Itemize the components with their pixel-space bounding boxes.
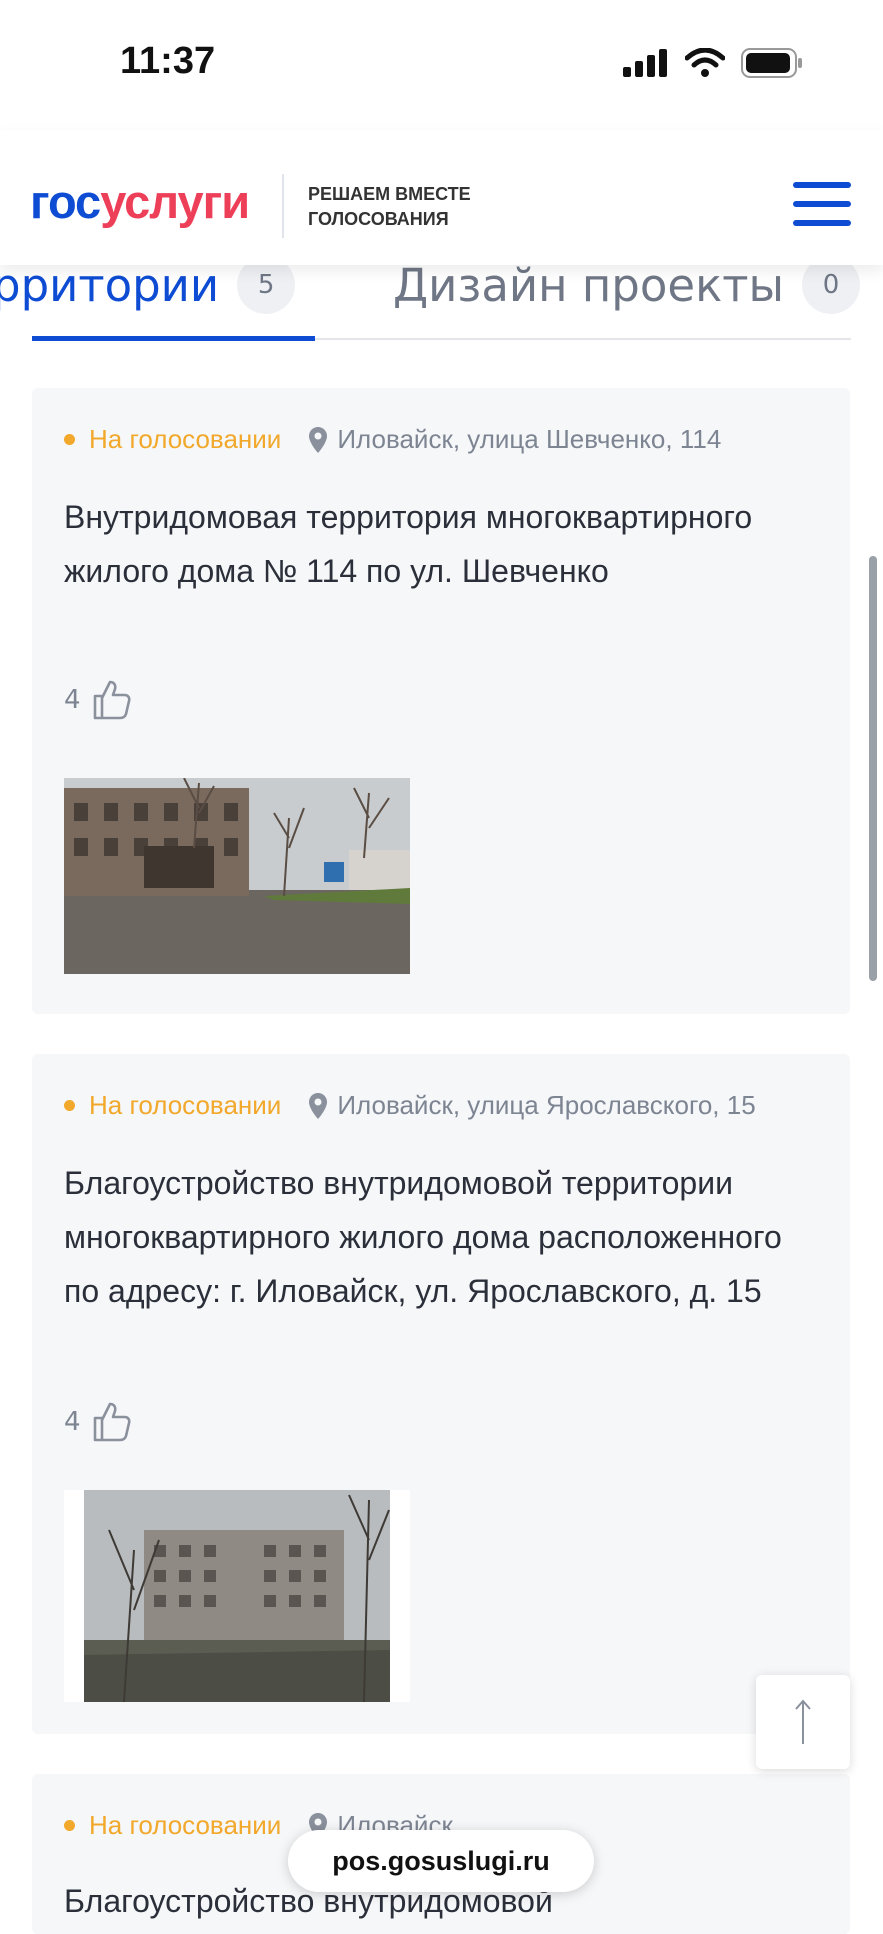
apartment-building-photo <box>64 1490 410 1702</box>
active-tab-indicator <box>32 336 315 341</box>
motto-line-1: РЕШАЕМ ВМЕСТЕ <box>308 184 471 204</box>
project-photo[interactable] <box>64 778 410 974</box>
status-dot-icon <box>64 1100 75 1111</box>
status-bar: 11:37 <box>0 0 883 130</box>
status-badge: На голосовании <box>89 1090 282 1120</box>
category-tabs: рритории 5 Дизайн проекты 0 <box>0 256 883 342</box>
hamburger-menu-icon[interactable] <box>793 182 851 226</box>
thumbs-up-icon[interactable] <box>89 1400 133 1444</box>
card-title[interactable]: Внутридомовая территория многоквартирног… <box>64 490 824 598</box>
status-badge: На голосовании <box>89 1810 282 1840</box>
tab-territories-label: рритории <box>0 258 220 312</box>
likes-count: 4 <box>64 685 81 715</box>
status-dot-icon <box>64 1820 75 1831</box>
gosuslugi-logo[interactable]: госуслуги <box>30 174 250 229</box>
logo-part-blue: гос <box>30 175 101 228</box>
header-motto: РЕШАЕМ ВМЕСТЕ ГОЛОСОВАНИЯ <box>308 182 471 232</box>
status-badge: На голосовании <box>89 424 282 454</box>
arrow-up-icon <box>795 1699 811 1744</box>
browser-url-bar[interactable]: pos.gosuslugi.ru <box>288 1830 594 1892</box>
scroll-to-top-button[interactable] <box>756 1675 850 1769</box>
status-dot-icon <box>64 434 75 445</box>
status-time: 11:37 <box>120 40 216 82</box>
thumbs-up-icon[interactable] <box>89 678 133 722</box>
status-icons <box>623 48 803 78</box>
project-card[interactable]: На голосовании Иловайск, улица Ярославск… <box>32 1054 850 1734</box>
location-pin-icon <box>309 1092 328 1119</box>
browser-url: pos.gosuslugi.ru <box>332 1845 550 1876</box>
card-meta: На голосовании Иловайск, улица Шевченко,… <box>64 424 721 455</box>
likes-count: 4 <box>64 1407 81 1437</box>
courtyard-photo <box>64 778 410 974</box>
battery-icon <box>741 48 802 78</box>
page-scrollbar[interactable] <box>869 556 877 981</box>
card-meta: На голосовании Иловайск, улица Ярославск… <box>64 1090 756 1121</box>
card-address: Иловайск, улица Ярославского, 15 <box>337 1090 756 1120</box>
signal-icon <box>623 49 667 77</box>
logo-part-red: услуги <box>100 175 250 228</box>
card-title[interactable]: Благоустройство внутридомовой территории… <box>64 1156 824 1318</box>
header-divider <box>282 174 284 238</box>
likes-counter: 4 <box>64 1400 133 1444</box>
location-pin-icon <box>309 426 328 453</box>
card-address: Иловайск, улица Шевченко, 114 <box>337 424 722 454</box>
project-card[interactable]: На голосовании Иловайск, улица Шевченко,… <box>32 388 850 1014</box>
motto-line-2: ГОЛОСОВАНИЯ <box>308 209 449 229</box>
project-photo[interactable] <box>64 1490 410 1702</box>
likes-counter: 4 <box>64 678 133 722</box>
wifi-icon <box>685 48 725 77</box>
site-header: госуслуги РЕШАЕМ ВМЕСТЕ ГОЛОСОВАНИЯ <box>0 130 883 265</box>
tab-design-projects-label: Дизайн проекты <box>393 258 785 312</box>
